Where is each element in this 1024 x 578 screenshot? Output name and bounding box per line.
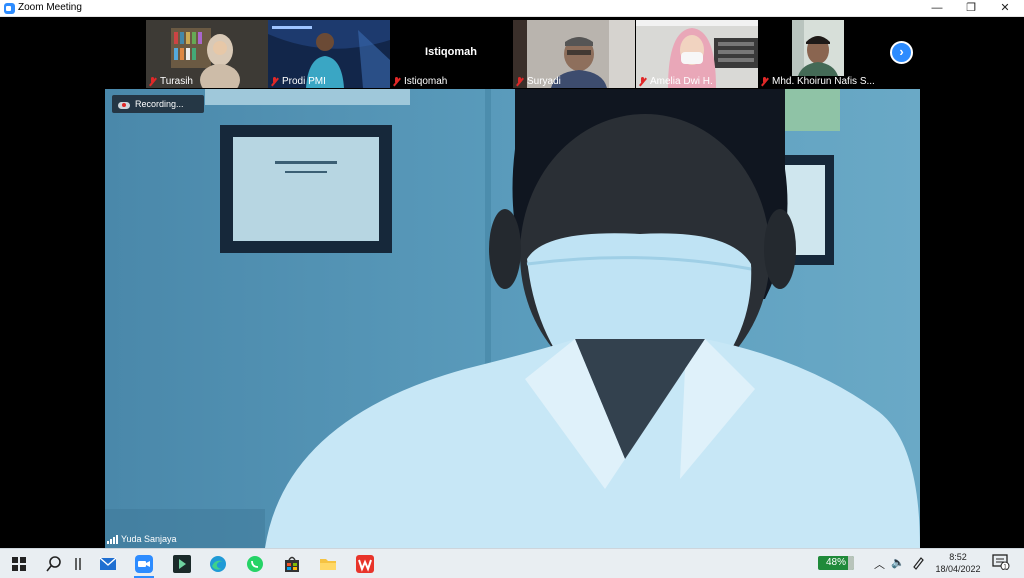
file-explorer-icon[interactable] xyxy=(318,554,338,574)
speaker-video-frame xyxy=(105,89,920,548)
participant-tile-suryadi[interactable]: Suryadi xyxy=(513,20,635,88)
notification-center-icon[interactable]: 1 xyxy=(992,554,1010,570)
mic-muted-icon xyxy=(148,76,157,87)
minimize-button[interactable]: — xyxy=(920,0,954,17)
restore-button[interactable]: ❐ xyxy=(954,0,988,17)
mail-icon[interactable] xyxy=(98,554,118,574)
mic-muted-icon xyxy=(760,76,769,87)
participant-tile-istiqomah[interactable]: Istiqomah Istiqomah xyxy=(390,20,512,88)
show-hidden-icons-chevron-icon[interactable]: ︿ xyxy=(874,556,885,572)
store-icon[interactable] xyxy=(282,554,302,574)
task-view-icon[interactable] xyxy=(68,554,88,574)
participant-tile-turasih[interactable]: Turasih xyxy=(146,20,268,88)
mic-muted-icon xyxy=(638,76,647,87)
participant-tile-prodi-pmi[interactable]: Prodi PMI xyxy=(268,20,390,88)
recording-indicator[interactable]: Recording... xyxy=(112,95,204,113)
search-icon[interactable] xyxy=(44,554,64,574)
participant-name: Mhd. Khoirun Nafis S... xyxy=(772,76,875,87)
participant-tile-amelia[interactable]: Amelia Dwi H. xyxy=(636,20,758,88)
participant-name: Amelia Dwi H. xyxy=(650,76,713,87)
speaker-name: Yuda Sanjaya xyxy=(121,534,177,544)
main-speaker-video xyxy=(105,89,920,548)
mic-muted-icon xyxy=(392,76,401,87)
cloud-record-icon xyxy=(118,100,130,109)
windows-taskbar xyxy=(0,548,1024,578)
edge-browser-icon[interactable] xyxy=(208,554,228,574)
window-title: Zoom Meeting xyxy=(18,2,82,13)
participant-name-tag: Istiqomah xyxy=(392,76,447,87)
mic-muted-icon xyxy=(515,76,524,87)
participant-strip: Turasih Prodi PMI Istiqomah Istiqomah Su… xyxy=(0,17,1024,89)
participant-name: Istiqomah xyxy=(404,76,448,87)
participant-name: Turasih xyxy=(160,76,193,87)
clock-date: 18/04/2022 xyxy=(935,564,981,574)
clock-time: 8:52 xyxy=(949,552,967,562)
next-page-button[interactable]: › xyxy=(890,41,913,64)
participant-name-tag: Suryadi xyxy=(515,76,561,87)
pen-workspace-icon[interactable] xyxy=(911,554,927,570)
media-player-icon[interactable] xyxy=(172,554,192,574)
recording-label: Recording... xyxy=(135,99,184,109)
battery-indicator[interactable]: 48% xyxy=(818,556,854,570)
title-bar: Zoom Meeting — ❐ ✕ xyxy=(0,0,1024,17)
participant-name-tag: Amelia Dwi H. xyxy=(638,76,713,87)
zoom-taskbar-icon[interactable] xyxy=(134,554,154,574)
participant-center-name: Istiqomah xyxy=(425,46,477,58)
participant-tile-khoirun[interactable]: Mhd. Khoirun Nafis S... xyxy=(758,20,880,88)
participant-name-tag: Mhd. Khoirun Nafis S... xyxy=(760,76,875,87)
windows-start-icon[interactable] xyxy=(9,554,29,574)
taskbar-clock[interactable]: 8:52 18/04/2022 xyxy=(930,551,986,575)
zoom-app-icon xyxy=(4,3,15,14)
wps-office-icon[interactable] xyxy=(355,554,375,574)
participant-name: Prodi PMI xyxy=(282,76,326,87)
close-button[interactable]: ✕ xyxy=(988,0,1022,17)
participant-name: Suryadi xyxy=(527,76,561,87)
whatsapp-icon[interactable] xyxy=(245,554,265,574)
participant-name-tag: Prodi PMI xyxy=(270,76,326,87)
speaker-name-tag: Yuda Sanjaya xyxy=(107,534,177,544)
connection-signal-icon xyxy=(107,535,118,544)
mic-muted-icon xyxy=(270,76,279,87)
participant-name-tag: Turasih xyxy=(148,76,193,87)
volume-icon[interactable]: 🔈 xyxy=(891,556,905,569)
